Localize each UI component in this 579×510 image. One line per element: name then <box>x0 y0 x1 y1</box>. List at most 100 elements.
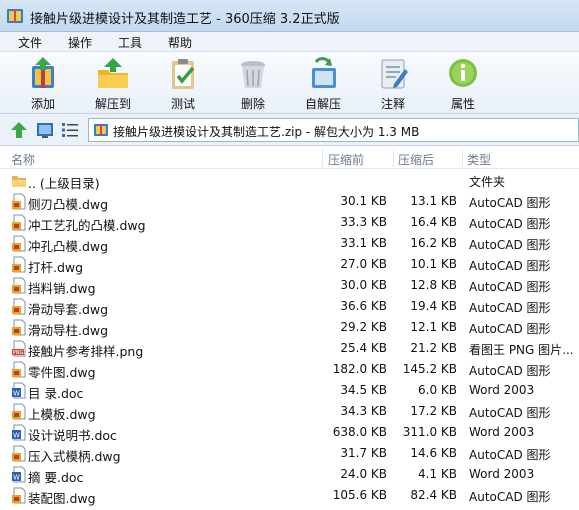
menu-bar: 文件 操作 工具 帮助 <box>0 32 579 52</box>
dwg-file-icon <box>11 193 27 210</box>
file-name: 摘 要.doc <box>28 470 84 485</box>
file-size-packed: 82.4 KB <box>410 488 457 502</box>
file-size-packed: 10.1 KB <box>410 257 457 271</box>
column-divider[interactable] <box>322 149 323 167</box>
file-row[interactable]: 压入式模柄.dwg 31.7 KB 14.6 KB AutoCAD 图形 <box>0 443 579 464</box>
add-button[interactable]: 添加 <box>11 56 75 112</box>
dwg-file-icon <box>11 445 27 462</box>
file-name: 冲工艺孔的凸模.dwg <box>28 218 146 233</box>
file-row[interactable]: 滑动导套.dwg 36.6 KB 19.4 KB AutoCAD 图形 <box>0 296 579 317</box>
file-name: 接触片参考排样.png <box>28 344 144 359</box>
file-size-original: 29.2 KB <box>340 320 387 334</box>
dwg-file-icon <box>11 256 27 273</box>
menu-operation[interactable]: 操作 <box>68 34 92 51</box>
self-extract-icon <box>312 57 336 88</box>
file-type: AutoCAD 图形 <box>469 238 551 252</box>
file-row[interactable]: 上模板.dwg 34.3 KB 17.2 KB AutoCAD 图形 <box>0 401 579 422</box>
file-size-original: 31.7 KB <box>340 446 387 460</box>
menu-tools[interactable]: 工具 <box>118 34 142 51</box>
column-type[interactable]: 类型 <box>467 151 491 168</box>
file-name: 装配图.dwg <box>28 491 96 506</box>
column-packed[interactable]: 压缩后 <box>398 151 434 168</box>
view-list-icon[interactable] <box>60 120 80 140</box>
doc-file-icon: W <box>11 382 27 399</box>
file-type: Word 2003 <box>469 467 535 481</box>
column-divider[interactable] <box>393 149 394 167</box>
file-name: 打杆.dwg <box>28 260 84 275</box>
menu-file[interactable]: 文件 <box>18 34 42 51</box>
test-clipboard-icon <box>172 59 195 89</box>
menu-help[interactable]: 帮助 <box>168 34 192 51</box>
file-row[interactable]: PNG 接触片参考排样.png 25.4 KB 21.2 KB 看图王 PNG 图片..… <box>0 338 579 359</box>
info-icon <box>449 59 477 87</box>
file-size-packed: 13.1 KB <box>410 194 457 208</box>
address-field[interactable]: 接触片级进模设计及其制造工艺.zip - 解包大小为 1.3 MB <box>88 118 579 142</box>
file-row[interactable]: 滑动导柱.dwg 29.2 KB 12.1 KB AutoCAD 图形 <box>0 317 579 338</box>
file-row[interactable]: 侧刃凸模.dwg 30.1 KB 13.1 KB AutoCAD 图形 <box>0 191 579 212</box>
view-thumbnail-icon[interactable] <box>35 120 55 140</box>
file-size-original: 25.4 KB <box>340 341 387 355</box>
column-compressed[interactable]: 压缩前 <box>328 151 364 168</box>
file-type: AutoCAD 图形 <box>469 301 551 315</box>
comment-icon <box>381 59 408 89</box>
file-type: AutoCAD 图形 <box>469 322 551 336</box>
file-list: .. (上级目录) 文件夹 侧刃凸模.dwg 30.1 KB 13.1 KB AutoCA… <box>0 170 579 510</box>
file-row[interactable]: 冲工艺孔的凸模.dwg 33.3 KB 16.4 KB AutoCAD 图形 <box>0 212 579 233</box>
properties-button[interactable]: 属性 <box>431 56 495 112</box>
file-size-original: 105.6 KB <box>332 488 387 502</box>
file-size-packed: 16.2 KB <box>410 236 457 250</box>
file-name: 挡料销.dwg <box>28 281 96 296</box>
file-type: AutoCAD 图形 <box>469 196 551 210</box>
file-row[interactable]: W 摘 要.doc 24.0 KB 4.1 KB Word 2003 <box>0 464 579 485</box>
address-bar: 接触片级进模设计及其制造工艺.zip - 解包大小为 1.3 MB <box>0 114 579 146</box>
file-type: AutoCAD 图形 <box>469 364 551 378</box>
file-row[interactable]: 装配图.dwg 105.6 KB 82.4 KB AutoCAD 图形 <box>0 485 579 506</box>
file-row[interactable]: 冲孔凸模.dwg 33.1 KB 16.2 KB AutoCAD 图形 <box>0 233 579 254</box>
file-row[interactable]: W 目 录.doc 34.5 KB 6.0 KB Word 2003 <box>0 380 579 401</box>
file-name: 滑动导套.dwg <box>28 302 109 317</box>
self-extract-button[interactable]: 自解压 <box>291 56 355 112</box>
file-type: Word 2003 <box>469 425 535 439</box>
svg-text:PNG: PNG <box>13 350 24 356</box>
file-name: .. (上级目录) <box>28 176 100 191</box>
file-name: 滑动导柱.dwg <box>28 323 109 338</box>
file-row[interactable]: 零件图.dwg 182.0 KB 145.2 KB AutoCAD 图形 <box>0 359 579 380</box>
toolbar: 添加 解压到 测试 删除 自解压 注释 属性 <box>0 52 579 114</box>
file-row[interactable]: .. (上级目录) 文件夹 <box>0 170 579 191</box>
up-arrow-icon[interactable] <box>9 120 29 140</box>
file-type: AutoCAD 图形 <box>469 280 551 294</box>
file-row[interactable]: 挡料销.dwg 30.0 KB 12.8 KB AutoCAD 图形 <box>0 275 579 296</box>
svg-text:W: W <box>13 432 20 440</box>
file-row[interactable]: W 设计说明书.doc 638.0 KB 311.0 KB Word 2003 <box>0 422 579 443</box>
file-size-packed: 145.2 KB <box>402 362 457 376</box>
extract-folder-icon <box>98 58 128 88</box>
extract-button[interactable]: 解压到 <box>81 56 145 112</box>
file-row[interactable]: 打杆.dwg 27.0 KB 10.1 KB AutoCAD 图形 <box>0 254 579 275</box>
dwg-file-icon <box>11 361 27 378</box>
file-name: 冲孔凸模.dwg <box>28 239 109 254</box>
file-name: 上模板.dwg <box>28 407 96 422</box>
window-title: 接触片级进模设计及其制造工艺 - 360压缩 3.2正式版 <box>30 12 340 27</box>
dwg-file-icon <box>11 277 27 294</box>
test-button[interactable]: 测试 <box>151 56 215 112</box>
dwg-file-icon <box>11 298 27 315</box>
add-archive-icon <box>32 57 54 88</box>
dwg-file-icon <box>11 487 27 504</box>
png-file-icon: PNG <box>11 340 27 357</box>
file-size-packed: 17.2 KB <box>410 404 457 418</box>
file-size-original: 30.0 KB <box>340 278 387 292</box>
file-type: AutoCAD 图形 <box>469 490 551 504</box>
comment-button[interactable]: 注释 <box>361 56 425 112</box>
file-size-original: 33.1 KB <box>340 236 387 250</box>
file-name: 目 录.doc <box>28 386 84 401</box>
column-divider[interactable] <box>462 149 463 167</box>
file-size-packed: 311.0 KB <box>402 425 457 439</box>
svg-text:W: W <box>13 474 20 482</box>
dwg-file-icon <box>11 214 27 231</box>
column-name[interactable]: 名称 <box>11 151 35 168</box>
delete-button[interactable]: 删除 <box>221 56 285 112</box>
file-name: 侧刃凸模.dwg <box>28 197 109 212</box>
file-type: 看图王 PNG 图片... <box>469 343 574 357</box>
file-name: 压入式模柄.dwg <box>28 449 121 464</box>
file-size-packed: 19.4 KB <box>410 299 457 313</box>
